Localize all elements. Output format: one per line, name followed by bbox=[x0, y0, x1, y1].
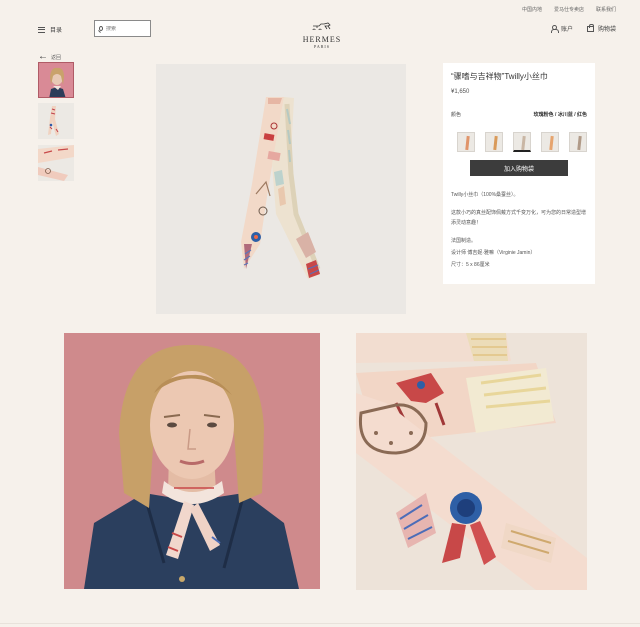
menu-label: 目录 bbox=[50, 28, 63, 34]
swatch-5-scarf bbox=[577, 135, 582, 151]
product-description: Twilly小丝巾（100%桑蚕丝）。 这款小巧的真丝配饰佩戴方式千变万化，可为… bbox=[451, 190, 587, 270]
model-photo-illustration bbox=[64, 333, 320, 589]
search-icon bbox=[99, 26, 103, 31]
color-value: 玫瑰粉色 / 冰川蓝 / 红色 bbox=[533, 112, 587, 118]
util-link-stores[interactable]: 爱马仕专卖店 bbox=[554, 6, 584, 13]
swatch-2-scarf bbox=[493, 135, 498, 151]
arrow-left-icon: ← bbox=[38, 51, 48, 62]
desc-material: Twilly小丝巾（100%桑蚕丝）。 bbox=[451, 192, 519, 198]
page-bottom-divider bbox=[0, 623, 640, 624]
product-price: ¥1,650 bbox=[451, 89, 470, 95]
search-input[interactable] bbox=[106, 25, 150, 32]
utility-links: 中国内地 爱马仕专卖店 联系我们 bbox=[522, 6, 616, 13]
thumbnail-scarf-flat[interactable] bbox=[38, 103, 74, 139]
logo-city: PARIS bbox=[314, 44, 330, 49]
detail-thumbnail-image bbox=[38, 145, 74, 181]
add-to-cart-button[interactable]: 加入购物袋 bbox=[470, 160, 568, 176]
color-swatch-3[interactable] bbox=[513, 132, 531, 152]
carriage-icon bbox=[312, 22, 331, 32]
user-icon bbox=[550, 25, 559, 33]
menu-button[interactable]: 目录 bbox=[38, 25, 62, 34]
util-link-region[interactable]: 中国内地 bbox=[522, 6, 542, 13]
color-label: 颜色 bbox=[451, 112, 462, 118]
model-thumbnail-image bbox=[39, 63, 73, 97]
search-box[interactable] bbox=[94, 20, 151, 37]
color-swatch-4[interactable] bbox=[541, 132, 559, 152]
color-row: 颜色 玫瑰粉色 / 冰川蓝 / 红色 bbox=[451, 111, 587, 118]
scarf-thumbnail-image bbox=[38, 103, 74, 139]
account-cart: 账户 购物袋 bbox=[550, 24, 616, 33]
product-details-panel: “骤嗜与吉祥物”Twilly小丝巾 ¥1,650 颜色 玫瑰粉色 / 冰川蓝 /… bbox=[443, 63, 595, 284]
back-label: 返回 bbox=[51, 54, 62, 61]
logo-brand: HERMES bbox=[302, 35, 342, 44]
account-label: 账户 bbox=[560, 27, 573, 33]
color-swatch-2[interactable] bbox=[485, 132, 503, 152]
cart-label: 购物袋 bbox=[597, 27, 616, 33]
site-header: 目录 HERMES PARIS 账户 购物袋 bbox=[0, 14, 640, 49]
thumbnail-model[interactable] bbox=[38, 62, 74, 98]
shopping-bag-icon bbox=[586, 24, 595, 32]
back-link[interactable]: ← 返回 bbox=[38, 51, 62, 62]
color-swatches bbox=[451, 132, 587, 152]
color-swatch-1[interactable] bbox=[457, 132, 475, 152]
hamburger-icon bbox=[38, 26, 45, 33]
model-photo bbox=[64, 333, 320, 589]
scarf-product-image bbox=[156, 64, 406, 314]
cart-link[interactable]: 购物袋 bbox=[586, 24, 616, 33]
thumbnail-scarf-detail[interactable] bbox=[38, 145, 74, 181]
swatch-1-scarf bbox=[465, 135, 470, 151]
account-link[interactable]: 账户 bbox=[550, 24, 573, 33]
scarf-detail-photo bbox=[356, 333, 587, 590]
product-title: “骤嗜与吉祥物”Twilly小丝巾 bbox=[451, 72, 548, 81]
swatch-3-scarf bbox=[521, 135, 526, 151]
scarf-detail-illustration bbox=[356, 333, 587, 590]
color-swatch-5[interactable] bbox=[569, 132, 587, 152]
main-product-image[interactable] bbox=[156, 64, 406, 314]
desc-origin: 法国制造。 bbox=[451, 238, 477, 244]
desc-pitch: 这款小巧的真丝配饰佩戴方式千变万化，可为您的日常造型增添灵动意趣！ bbox=[451, 210, 587, 226]
swatch-4-scarf bbox=[549, 135, 554, 151]
desc-designer: 设计师 傅吉妮·雅嘛（Virginie Jamin） bbox=[451, 250, 536, 256]
desc-size: 尺寸：5 x 86厘米 bbox=[451, 262, 490, 268]
hermes-logo[interactable]: HERMES PARIS bbox=[300, 17, 344, 49]
util-link-contact[interactable]: 联系我们 bbox=[596, 6, 616, 13]
